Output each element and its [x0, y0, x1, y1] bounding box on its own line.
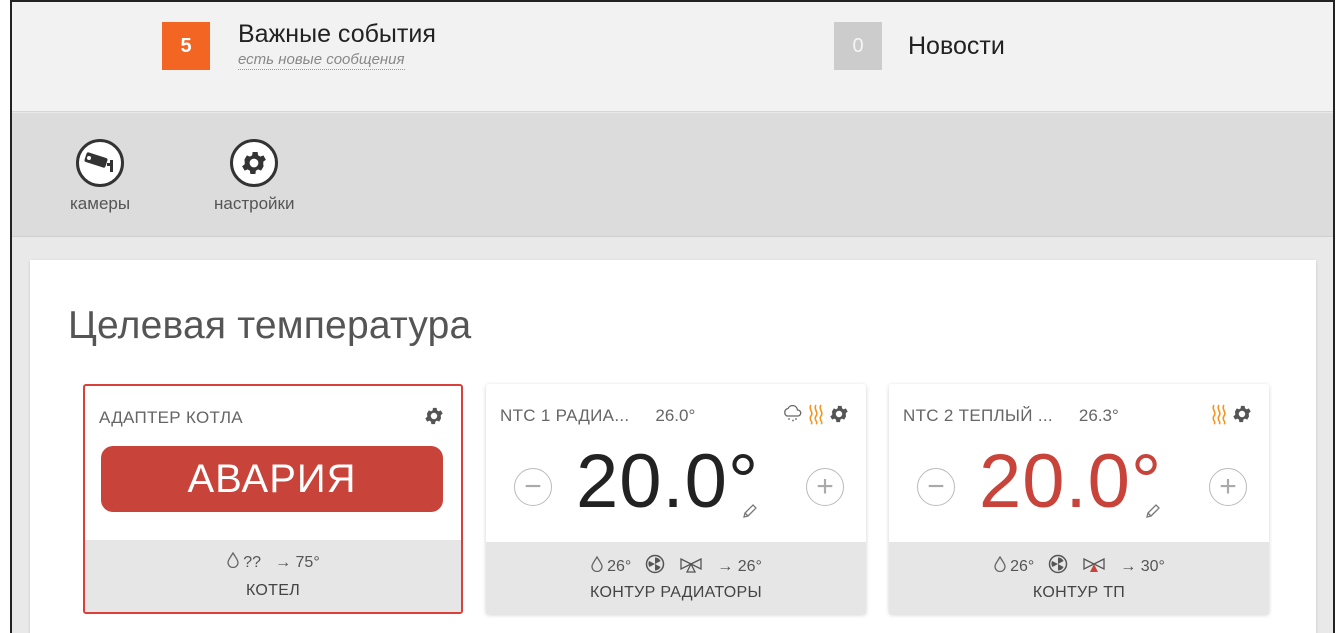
increase-button[interactable]: +: [806, 468, 844, 506]
gear-icon[interactable]: [1231, 403, 1253, 430]
outlet-temperature: → 75°: [275, 553, 320, 571]
weather-icon: [782, 404, 804, 428]
outlet-temperature: → 26°: [717, 557, 762, 575]
app-frame: 5 Важные события есть новые сообщения 0 …: [10, 0, 1335, 633]
target-temperature-panel: Целевая температура АДАПТЕР КОТЛА АВАРИЯ: [30, 260, 1316, 633]
important-events-subtitle-link[interactable]: есть новые сообщения: [238, 51, 405, 70]
card-name: АДАПТЕР КОТЛА: [99, 408, 243, 427]
radiators-circuit-card: NTC 1 РАДИА... 26.0° − 20.0° + 26° → 26°…: [486, 384, 866, 614]
drop-icon: [590, 555, 604, 577]
card-label: КОНТУР ТП: [1032, 584, 1126, 601]
gear-icon[interactable]: [828, 403, 850, 430]
gear-icon[interactable]: [423, 405, 445, 432]
return-temperature: 26°: [607, 557, 632, 575]
important-events[interactable]: 5 Важные события есть новые сообщения: [162, 20, 436, 70]
news[interactable]: 0 Новости: [834, 22, 1005, 70]
boiler-adapter-card: АДАПТЕР КОТЛА АВАРИЯ ?? → 75° КОТЕЛ: [83, 384, 463, 614]
setpoint-temperature: 20.0°: [979, 439, 1163, 524]
setpoint-temperature: 20.0°: [576, 439, 760, 524]
news-title: Новости: [908, 32, 1005, 60]
drop-icon: [993, 555, 1007, 577]
decrease-button[interactable]: −: [514, 468, 552, 506]
pressure-drop-icon: [226, 551, 240, 573]
increase-button[interactable]: +: [1209, 468, 1247, 506]
pump-icon: [1048, 554, 1068, 579]
floor-heating-circuit-card: NTC 2 ТЕПЛЫЙ ... 26.3° − 20.0° + 26° → 3…: [889, 384, 1269, 614]
panel-title: Целевая температура: [68, 304, 472, 347]
valve-icon: [1082, 555, 1106, 578]
pressure-value: ??: [243, 553, 262, 571]
card-name: NTC 1 РАДИА...: [500, 406, 630, 425]
outlet-temperature: → 30°: [1120, 557, 1165, 575]
pencil-icon[interactable]: [741, 502, 759, 525]
card-name: NTC 2 ТЕПЛЫЙ ...: [903, 406, 1053, 425]
camera-icon: [76, 139, 125, 187]
important-events-count-badge: 5: [162, 22, 210, 70]
settings-label: настройки: [214, 194, 295, 213]
card-footer: 26° → 30° КОНТУР ТП: [889, 542, 1269, 614]
decrease-button[interactable]: −: [917, 468, 955, 506]
important-events-title: Важные события: [238, 20, 436, 48]
valve-icon: [679, 555, 703, 578]
card-label: КОНТУР РАДИАТОРЫ: [590, 584, 762, 601]
return-temperature: 26°: [1010, 557, 1035, 575]
cameras-button[interactable]: камеры: [70, 139, 130, 214]
current-temperature: 26.0°: [655, 406, 696, 425]
notifications-bar: 5 Важные события есть новые сообщения 0 …: [12, 2, 1333, 112]
cameras-label: камеры: [70, 194, 131, 213]
card-footer: 26° → 26° КОНТУР РАДИАТОРЫ: [486, 542, 866, 614]
heating-icon: [1210, 403, 1228, 430]
pump-icon: [645, 554, 665, 579]
pencil-icon[interactable]: [1144, 502, 1162, 525]
gear-icon: [230, 139, 279, 187]
current-temperature: 26.3°: [1078, 406, 1119, 425]
settings-button[interactable]: настройки: [214, 139, 294, 214]
heating-icon: [807, 403, 825, 430]
news-count-badge: 0: [834, 22, 882, 70]
card-footer: ?? → 75° КОТЕЛ: [85, 540, 461, 612]
card-label: КОТЕЛ: [245, 582, 301, 599]
toolbar: камеры настройки: [12, 113, 1333, 237]
alarm-status-button[interactable]: АВАРИЯ: [101, 446, 443, 512]
